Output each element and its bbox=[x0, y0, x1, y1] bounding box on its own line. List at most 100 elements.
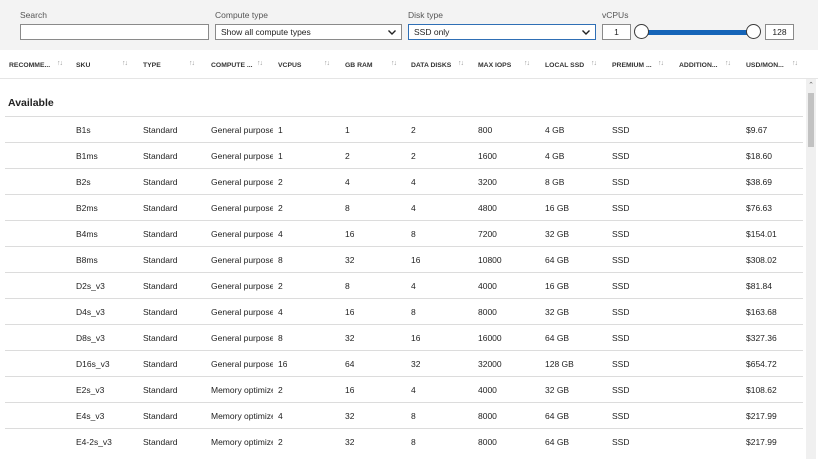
sort-arrows-icon[interactable]: ↑↓ bbox=[57, 60, 63, 67]
table-row[interactable]: B4ms Standard General purpose 4 16 8 720… bbox=[5, 220, 803, 246]
cell-premium: SSD bbox=[612, 307, 630, 317]
cell-compute-type: General purpose bbox=[211, 203, 273, 213]
sort-arrows-icon[interactable]: ↑↓ bbox=[458, 60, 464, 67]
cell-compute-type: General purpose bbox=[211, 359, 273, 369]
cell-data-disks: 16 bbox=[411, 333, 421, 343]
cell-price: $217.99 bbox=[746, 411, 777, 421]
cell-vcpus: 8 bbox=[278, 255, 283, 265]
sort-arrows-icon[interactable]: ↑↓ bbox=[189, 60, 195, 67]
column-header-recommended[interactable]: RECOMME... bbox=[9, 62, 50, 69]
cell-local-ssd: 4 GB bbox=[545, 151, 565, 161]
cell-price: $76.63 bbox=[746, 203, 772, 213]
table-row[interactable]: D8s_v3 Standard General purpose 8 32 16 … bbox=[5, 324, 803, 350]
cell-type: Standard bbox=[143, 125, 178, 135]
table-row[interactable]: B8ms Standard General purpose 8 32 16 10… bbox=[5, 246, 803, 272]
cell-data-disks: 2 bbox=[411, 151, 416, 161]
table-row[interactable]: E2s_v3 Standard Memory optimized 2 16 4 … bbox=[5, 376, 803, 402]
vcpus-slider-min-handle[interactable] bbox=[634, 24, 649, 39]
cell-compute-type: General purpose bbox=[211, 229, 273, 239]
compute-type-select[interactable]: Show all compute types bbox=[215, 24, 402, 40]
cell-premium: SSD bbox=[612, 255, 630, 265]
vcpus-slider-track[interactable] bbox=[639, 30, 756, 35]
cell-local-ssd: 32 GB bbox=[545, 307, 570, 317]
cell-sku: E2s_v3 bbox=[76, 385, 105, 395]
cell-type: Standard bbox=[143, 255, 178, 265]
cell-type: Standard bbox=[143, 385, 178, 395]
sort-arrows-icon[interactable]: ↑↓ bbox=[591, 60, 597, 67]
cell-max-iops: 800 bbox=[478, 125, 493, 135]
column-header-additional[interactable]: ADDITION... bbox=[679, 62, 718, 69]
sort-arrows-icon[interactable]: ↑↓ bbox=[725, 60, 731, 67]
cell-type: Standard bbox=[143, 151, 178, 161]
table-row[interactable]: D2s_v3 Standard General purpose 2 8 4 40… bbox=[5, 272, 803, 298]
cell-premium: SSD bbox=[612, 125, 630, 135]
column-header-vcpus[interactable]: VCPUS bbox=[278, 62, 301, 69]
column-header-data-disks[interactable]: DATA DISKS bbox=[411, 62, 451, 69]
sort-arrows-icon[interactable]: ↑↓ bbox=[792, 60, 798, 67]
cell-max-iops: 32000 bbox=[478, 359, 502, 369]
column-header-max-iops[interactable]: MAX IOPS bbox=[478, 62, 511, 69]
table-row[interactable]: D16s_v3 Standard General purpose 16 64 3… bbox=[5, 350, 803, 376]
cell-price: $308.02 bbox=[746, 255, 777, 265]
sort-arrows-icon[interactable]: ↑↓ bbox=[524, 60, 530, 67]
table-row[interactable]: B1ms Standard General purpose 1 2 2 1600… bbox=[5, 142, 803, 168]
table-row[interactable]: D4s_v3 Standard General purpose 4 16 8 8… bbox=[5, 298, 803, 324]
cell-compute-type: General purpose bbox=[211, 281, 273, 291]
scrollbar-thumb[interactable] bbox=[808, 93, 814, 147]
cell-max-iops: 4000 bbox=[478, 281, 497, 291]
cell-compute-type: Memory optimized bbox=[211, 437, 273, 447]
table-row[interactable]: B2ms Standard General purpose 2 8 4 4800… bbox=[5, 194, 803, 220]
cell-compute-type: Memory optimized bbox=[211, 385, 273, 395]
column-header-type[interactable]: TYPE bbox=[143, 62, 161, 69]
table-row[interactable]: E4-2s_v3 Standard Memory optimized 2 32 … bbox=[5, 428, 803, 454]
cell-data-disks: 4 bbox=[411, 385, 416, 395]
column-header-premium[interactable]: PREMIUM ... bbox=[612, 62, 652, 69]
vcpus-min-input[interactable]: 1 bbox=[602, 24, 631, 40]
vcpus-max-input[interactable]: 128 bbox=[765, 24, 794, 40]
cell-premium: SSD bbox=[612, 281, 630, 291]
column-header-local-ssd[interactable]: LOCAL SSD bbox=[545, 62, 584, 69]
cell-price: $163.68 bbox=[746, 307, 777, 317]
cell-sku: B1s bbox=[76, 125, 91, 135]
cell-type: Standard bbox=[143, 359, 178, 369]
column-header-compute-type[interactable]: COMPUTE ... bbox=[211, 62, 253, 69]
cell-data-disks: 32 bbox=[411, 359, 421, 369]
sort-arrows-icon[interactable]: ↑↓ bbox=[391, 60, 397, 67]
vcpus-label: vCPUs bbox=[602, 10, 629, 20]
sort-arrows-icon[interactable]: ↑↓ bbox=[122, 60, 128, 67]
cell-max-iops: 8000 bbox=[478, 437, 497, 447]
column-header-sku[interactable]: SKU bbox=[76, 62, 90, 69]
cell-max-iops: 1600 bbox=[478, 151, 497, 161]
disk-type-select[interactable]: SSD only bbox=[408, 24, 596, 40]
vcpus-slider-max-handle[interactable] bbox=[746, 24, 761, 39]
cell-price: $108.62 bbox=[746, 385, 777, 395]
cell-sku: B2ms bbox=[76, 203, 98, 213]
cell-type: Standard bbox=[143, 307, 178, 317]
scroll-up-arrow-icon[interactable]: ⌃ bbox=[806, 81, 816, 89]
table-row[interactable]: B1s Standard General purpose 1 1 2 800 4… bbox=[5, 116, 803, 142]
cell-max-iops: 8000 bbox=[478, 307, 497, 317]
column-header-gb-ram[interactable]: GB RAM bbox=[345, 62, 373, 69]
search-input[interactable] bbox=[20, 24, 209, 40]
cell-price: $9.67 bbox=[746, 125, 768, 135]
cell-gb-ram: 1 bbox=[345, 125, 350, 135]
filter-bar: Search Compute type Show all compute typ… bbox=[0, 0, 818, 50]
cell-data-disks: 8 bbox=[411, 229, 416, 239]
cell-vcpus: 4 bbox=[278, 411, 283, 421]
cell-sku: B2s bbox=[76, 177, 91, 187]
cell-type: Standard bbox=[143, 203, 178, 213]
cell-sku: E4-2s_v3 bbox=[76, 437, 112, 447]
cell-vcpus: 4 bbox=[278, 307, 283, 317]
table-row[interactable]: B2s Standard General purpose 2 4 4 3200 … bbox=[5, 168, 803, 194]
sort-arrows-icon[interactable]: ↑↓ bbox=[257, 60, 263, 67]
column-header-price[interactable]: USD/MON... bbox=[746, 62, 784, 69]
cell-type: Standard bbox=[143, 229, 178, 239]
cell-type: Standard bbox=[143, 333, 178, 343]
cell-data-disks: 8 bbox=[411, 307, 416, 317]
cell-gb-ram: 16 bbox=[345, 307, 355, 317]
cell-data-disks: 8 bbox=[411, 437, 416, 447]
table-row[interactable]: E4s_v3 Standard Memory optimized 4 32 8 … bbox=[5, 402, 803, 428]
cell-local-ssd: 16 GB bbox=[545, 281, 570, 291]
sort-arrows-icon[interactable]: ↑↓ bbox=[324, 60, 330, 67]
sort-arrows-icon[interactable]: ↑↓ bbox=[658, 60, 664, 67]
